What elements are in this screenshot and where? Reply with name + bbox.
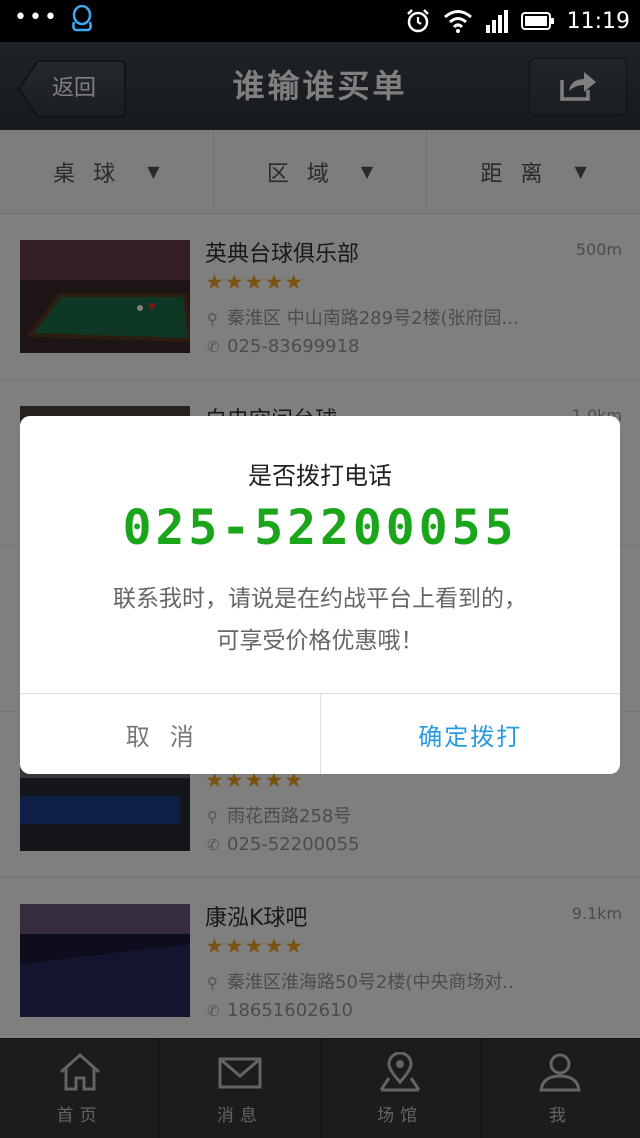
confirm-call-button[interactable]: 确定拨打 xyxy=(321,694,621,774)
alarm-icon xyxy=(405,8,431,34)
dialog-message: 联系我时，请说是在约战平台上看到的， 可享受价格优惠哦！ xyxy=(60,578,580,662)
status-left: ••• xyxy=(14,4,93,37)
status-bar: ••• 11:19 xyxy=(0,0,640,42)
battery-icon xyxy=(520,11,555,31)
wifi-icon xyxy=(443,9,473,33)
status-time: 11:19 xyxy=(566,8,630,34)
call-confirm-dialog: 是否拨打电话 025-52200055 联系我时，请说是在约战平台上看到的， 可… xyxy=(20,416,620,774)
dialog-message-line: 联系我时，请说是在约战平台上看到的， xyxy=(113,586,527,612)
notification-dots: ••• xyxy=(14,5,59,30)
dialog-phone-number: 025-52200055 xyxy=(122,500,518,556)
dialog-message-line: 可享受价格优惠哦！ xyxy=(216,628,424,654)
dialog-title: 是否拨打电话 xyxy=(248,462,392,490)
qq-penguin-icon xyxy=(71,4,93,37)
signal-icon xyxy=(485,9,509,33)
dialog-actions: 取消 确定拨打 xyxy=(20,693,620,774)
cancel-button[interactable]: 取消 xyxy=(20,694,321,774)
status-right: 11:19 xyxy=(405,8,630,34)
